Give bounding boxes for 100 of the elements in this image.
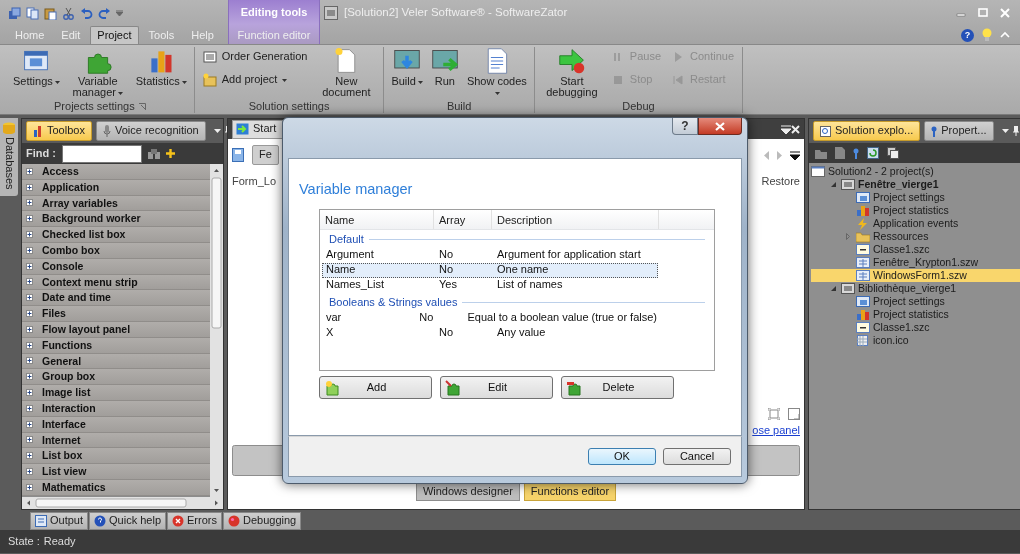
maximize-icon[interactable] xyxy=(978,8,988,18)
tree-item[interactable]: icon.ico xyxy=(811,334,1020,347)
expand-arrow-icon[interactable] xyxy=(846,233,850,240)
ribbon-button[interactable]: Statistics xyxy=(132,47,190,87)
close-icon[interactable] xyxy=(791,124,800,134)
tree-item[interactable]: WindowsForm1.szw xyxy=(811,269,1020,282)
toolbox-category[interactable]: List view xyxy=(22,464,210,480)
vertical-scrollbar[interactable] xyxy=(210,164,223,497)
ribbon-button[interactable]: Add project xyxy=(198,70,312,90)
scissors-icon[interactable] xyxy=(62,6,75,20)
windows-icon[interactable] xyxy=(887,147,899,159)
table-row[interactable]: Names_List Yes List of names xyxy=(322,277,658,293)
stack-icon[interactable] xyxy=(8,6,21,20)
help-button[interactable]: ? xyxy=(672,118,698,135)
toolbox-category[interactable]: Files xyxy=(22,306,210,322)
search-field[interactable] xyxy=(61,144,142,163)
table-row[interactable]: X No Any value xyxy=(322,324,658,340)
help-button[interactable]: ? xyxy=(961,28,974,42)
panel-tab[interactable]: Voice recognition xyxy=(95,121,206,141)
add-icon[interactable] xyxy=(165,149,175,158)
ribbon-button[interactable]: Settings xyxy=(10,47,63,87)
column-header[interactable]: Description xyxy=(492,210,659,230)
tree-item[interactable]: Fenêtre_vierge1 xyxy=(811,178,1020,191)
ribbon-button[interactable]: Order Generation xyxy=(198,47,312,67)
action-button[interactable]: Delete xyxy=(561,376,674,400)
horizontal-scrollbar[interactable] xyxy=(22,497,223,509)
table-row[interactable]: var No Equal to a boolean value (true or false) xyxy=(322,309,658,325)
tree-item[interactable]: Project settings xyxy=(811,191,1020,204)
ribbon-tab[interactable]: Project xyxy=(90,26,139,44)
copy-icon[interactable] xyxy=(26,6,39,20)
tree-item[interactable]: Application events xyxy=(811,217,1020,230)
undo-icon[interactable] xyxy=(80,6,93,20)
table-row[interactable]: Argument No Argument for application start xyxy=(322,247,658,263)
toolbox-category[interactable]: Checked list box xyxy=(22,227,210,243)
ribbon-button[interactable]: Show codes xyxy=(463,47,530,98)
restore-button[interactable]: Restore xyxy=(761,175,800,189)
tree-item[interactable]: Bibliothèque_vierge1 xyxy=(811,282,1020,295)
left-arrow-icon[interactable] xyxy=(764,150,769,160)
panel-tab[interactable]: Solution explo... xyxy=(813,121,921,141)
dialog-launcher-icon[interactable] xyxy=(138,103,146,110)
tree-item[interactable]: Project statistics xyxy=(811,204,1020,217)
tree-item[interactable]: Ressources xyxy=(811,230,1020,243)
toolbox-category[interactable]: Date and time xyxy=(22,290,210,307)
toolbox-category[interactable]: Image list xyxy=(22,385,210,401)
table-row[interactable]: Name No One name xyxy=(322,262,658,278)
column-header[interactable]: Array xyxy=(434,210,492,230)
ribbon-button[interactable]: Start debugging xyxy=(538,47,605,98)
toolbox-category[interactable]: Access xyxy=(22,164,210,180)
tree-item[interactable]: Solution2 - 2 project(s) xyxy=(811,165,1020,178)
collapse-arrow-icon[interactable] xyxy=(830,182,836,187)
panel-tab[interactable]: Toolbox xyxy=(26,121,92,141)
menu-icon[interactable] xyxy=(790,150,800,160)
dropdown-arrow-icon[interactable] xyxy=(1001,129,1009,133)
ribbon-button[interactable]: Run xyxy=(427,47,462,87)
page-icon[interactable] xyxy=(835,147,845,159)
wrench-icon[interactable] xyxy=(853,147,859,159)
dialog-button[interactable]: OK xyxy=(588,448,656,465)
tree-item[interactable]: Project statistics xyxy=(811,308,1020,321)
pin-icon[interactable] xyxy=(1012,126,1019,136)
column-header[interactable]: Name xyxy=(320,210,434,230)
binoculars-icon[interactable] xyxy=(147,148,160,159)
lightbulb-icon[interactable] xyxy=(982,28,992,42)
redo-icon[interactable] xyxy=(98,6,111,20)
ribbon-button[interactable]: Build xyxy=(388,47,426,87)
tree-item[interactable]: Fenêtre_Krypton1.szw xyxy=(811,256,1020,269)
resize-icon[interactable] xyxy=(788,407,800,420)
action-button[interactable]: Edit xyxy=(440,376,553,400)
toolbox-category[interactable]: Group box xyxy=(22,369,210,386)
ribbon-button[interactable]: Variable manager xyxy=(64,47,131,98)
tree-item[interactable]: Project settings xyxy=(811,295,1020,308)
toolbox-category[interactable]: List box xyxy=(22,448,210,465)
context-tab-group: Editing tools xyxy=(229,0,319,26)
tree-item[interactable]: Classe1.szc xyxy=(811,243,1020,256)
panel-tab[interactable]: Output xyxy=(30,512,89,530)
close-button[interactable] xyxy=(698,118,742,135)
right-arrow-icon[interactable] xyxy=(777,150,782,160)
tree-item[interactable]: Classe1.szc xyxy=(811,321,1020,334)
restart-icon xyxy=(671,73,686,87)
toolbox-category[interactable]: Background worker xyxy=(22,211,210,228)
panel-tab[interactable]: Errors xyxy=(167,512,222,530)
dialog-button[interactable]: Cancel xyxy=(663,448,731,465)
collapse-arrow-icon[interactable] xyxy=(830,286,836,291)
folder-icon[interactable] xyxy=(815,147,827,159)
panel-tab[interactable]: Quick help xyxy=(89,512,166,530)
panel-tab[interactable]: Propert... xyxy=(924,121,994,141)
action-button[interactable]: Add xyxy=(319,376,432,400)
dropdown-arrow-icon[interactable] xyxy=(116,10,123,16)
toolbar-button[interactable]: Fe xyxy=(252,145,279,165)
refresh-icon[interactable] xyxy=(867,147,879,159)
status-text: Ready xyxy=(43,534,76,549)
chevron-up-icon[interactable] xyxy=(1000,31,1010,39)
save-icon[interactable] xyxy=(232,148,244,162)
dropdown-arrow-icon[interactable] xyxy=(213,129,221,133)
link[interactable]: ose panel xyxy=(752,423,800,437)
table-cell-text: No xyxy=(438,325,455,339)
fit-icon[interactable] xyxy=(768,407,780,420)
document-tab[interactable]: Start xyxy=(232,119,284,139)
panel-tab[interactable]: Debugging xyxy=(222,512,302,530)
paste-icon[interactable] xyxy=(44,6,57,20)
ribbon-button[interactable]: New document xyxy=(313,47,380,98)
